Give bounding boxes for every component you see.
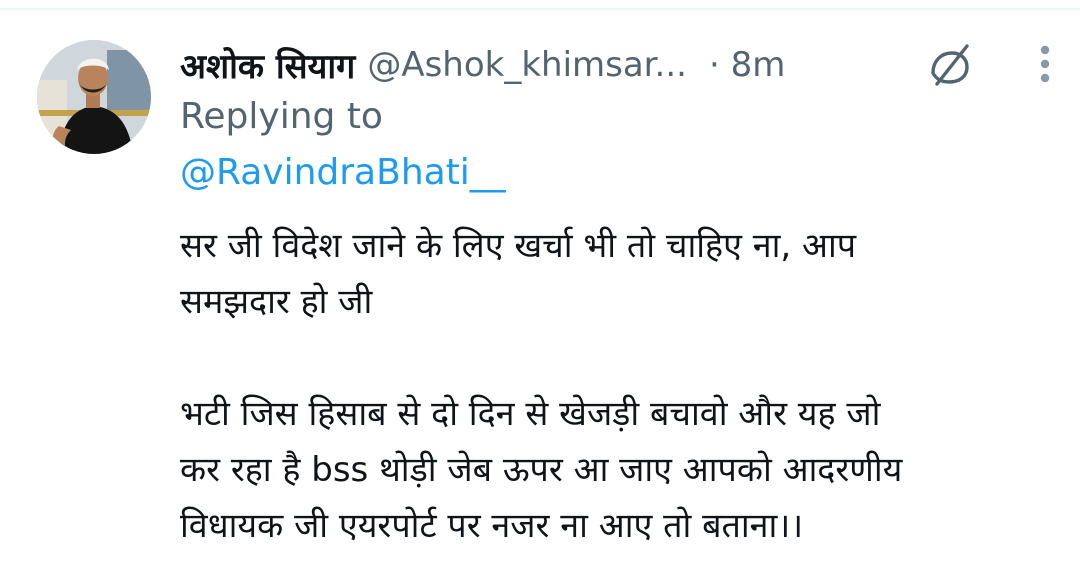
avatar[interactable]: [37, 40, 151, 154]
tweet-text-line: विधायक जी एयरपोर्ट पर नजर ना आए तो बताना…: [180, 506, 804, 546]
tweet-card[interactable]: अशोक सियाग @Ashok_khimsar... · 8m Replyi…: [0, 0, 1080, 578]
tweet-text-line: सर जी विदेश जाने के लिए खर्चा भी तो चाहि…: [180, 226, 857, 266]
tweet-text-line: समझदार हो जी: [180, 282, 373, 322]
tweet-text-line: कर रहा है bss थोड़ी जेब ऊपर आ जाए आपको आ…: [180, 450, 903, 490]
tweet-header: अशोक सियाग @Ashok_khimsar... · 8m: [180, 38, 785, 92]
tweet-text-line: भटी जिस हिसाब से दो दिन से खेजड़ी बचावो …: [180, 394, 881, 434]
author-handle[interactable]: @Ashok_khimsar...: [367, 45, 687, 85]
tweet-text: सर जी विदेश जाने के लिए खर्चा भी तो चाहि…: [180, 218, 1040, 554]
author-name[interactable]: अशोक सियाग: [180, 42, 355, 88]
paragraph-break: [180, 330, 1040, 386]
divider: [0, 8, 1080, 10]
replying-to-label: Replying to: [180, 96, 383, 137]
replying-to-handle[interactable]: @RavindraBhati__: [180, 152, 506, 193]
timestamp[interactable]: · 8m: [709, 45, 785, 85]
more-options-icon[interactable]: [1030, 42, 1060, 86]
muted-conversation-icon[interactable]: [925, 40, 975, 90]
